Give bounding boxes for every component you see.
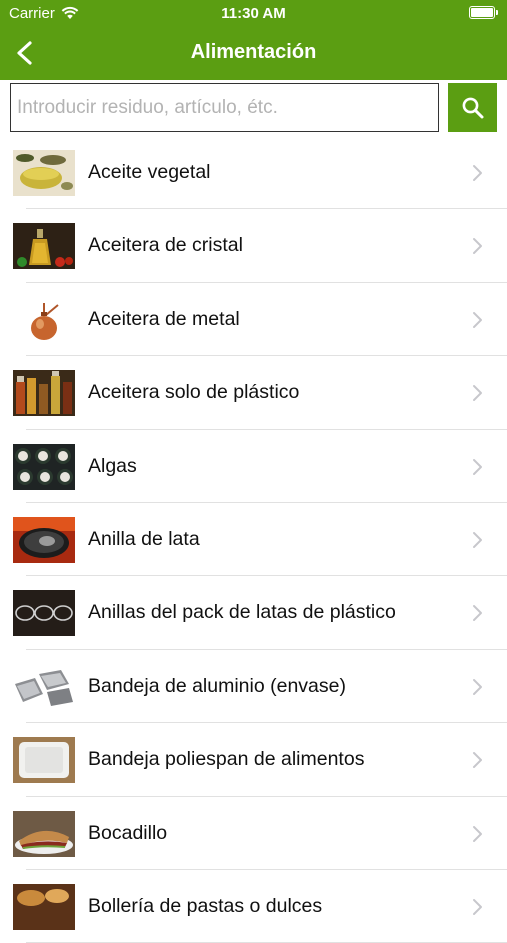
status-bar: Carrier 11:30 AM: [0, 0, 507, 28]
top-bar: Carrier 11:30 AM Alimentación: [0, 0, 507, 80]
foam-tray-thumbnail: [13, 737, 75, 784]
chevron-right-icon: [473, 605, 482, 622]
list-item[interactable]: Algas: [0, 430, 507, 504]
list-item[interactable]: Bandeja de aluminio (envase): [0, 650, 507, 724]
list-item-label: Anilla de lata: [88, 527, 200, 550]
list-item-label: Anillas del pack de latas de plástico: [88, 601, 396, 624]
list-item-label: Aceitera solo de plástico: [88, 381, 300, 404]
list-item[interactable]: Aceite vegetal: [0, 136, 507, 210]
can-ring-thumbnail: [13, 516, 75, 563]
chevron-right-icon: [473, 311, 482, 328]
status-time: 11:30 AM: [221, 5, 286, 22]
list-item-label: Bandeja poliespan de alimentos: [88, 748, 365, 771]
battery-icon: [469, 6, 498, 19]
list-item-label: Bocadillo: [88, 821, 168, 844]
six-pack-rings-thumbnail: [13, 590, 75, 637]
glass-cruet-thumbnail: [13, 223, 75, 270]
pastries-thumbnail: [13, 883, 75, 930]
list-item-label: Aceitera de cristal: [88, 234, 243, 257]
list-item[interactable]: Anillas del pack de latas de plástico: [0, 576, 507, 651]
search-bar: [0, 80, 507, 136]
list-item-label: Bandeja de aluminio (envase): [88, 674, 346, 697]
aluminium-trays-thumbnail: [13, 663, 75, 710]
plastic-bottles-thumbnail: [13, 370, 75, 417]
search-icon: [462, 97, 483, 118]
list-item[interactable]: Bandeja poliespan de alimentos: [0, 723, 507, 797]
chevron-right-icon: [473, 165, 482, 181]
sandwich-thumbnail: [13, 810, 75, 857]
copper-oilcan-thumbnail: [13, 296, 75, 343]
list-item-label: Aceite vegetal: [88, 161, 211, 183]
chevron-right-icon: [473, 458, 482, 475]
oil-bowl-thumbnail: [13, 150, 75, 196]
list-item[interactable]: Bocadillo: [0, 797, 507, 871]
search-input[interactable]: [10, 83, 439, 132]
list-item[interactable]: Bollería de pastas o dulces: [0, 870, 507, 943]
list-item-label: Algas: [88, 454, 137, 477]
items-list: Aceite vegetal Aceitera de cristal Aceit…: [0, 136, 507, 943]
chevron-right-icon: [473, 385, 482, 402]
navigation-bar: Alimentación: [0, 28, 507, 80]
page-title: Alimentación: [190, 41, 317, 63]
chevron-right-icon: [473, 825, 482, 842]
sushi-thumbnail: [13, 443, 75, 490]
chevron-right-icon: [473, 752, 482, 769]
list-item[interactable]: Aceitera de cristal: [0, 209, 507, 284]
chevron-right-icon: [473, 238, 482, 255]
list-item[interactable]: Anilla de lata: [0, 503, 507, 577]
chevron-right-icon: [473, 678, 482, 695]
list-item[interactable]: Aceitera solo de plástico: [0, 356, 507, 430]
list-item-label: Aceitera de metal: [88, 307, 240, 330]
list-item-label: Bollería de pastas o dulces: [88, 894, 323, 917]
list-item[interactable]: Aceitera de metal: [0, 283, 507, 357]
search-button[interactable]: [448, 83, 497, 132]
chevron-right-icon: [473, 531, 482, 548]
